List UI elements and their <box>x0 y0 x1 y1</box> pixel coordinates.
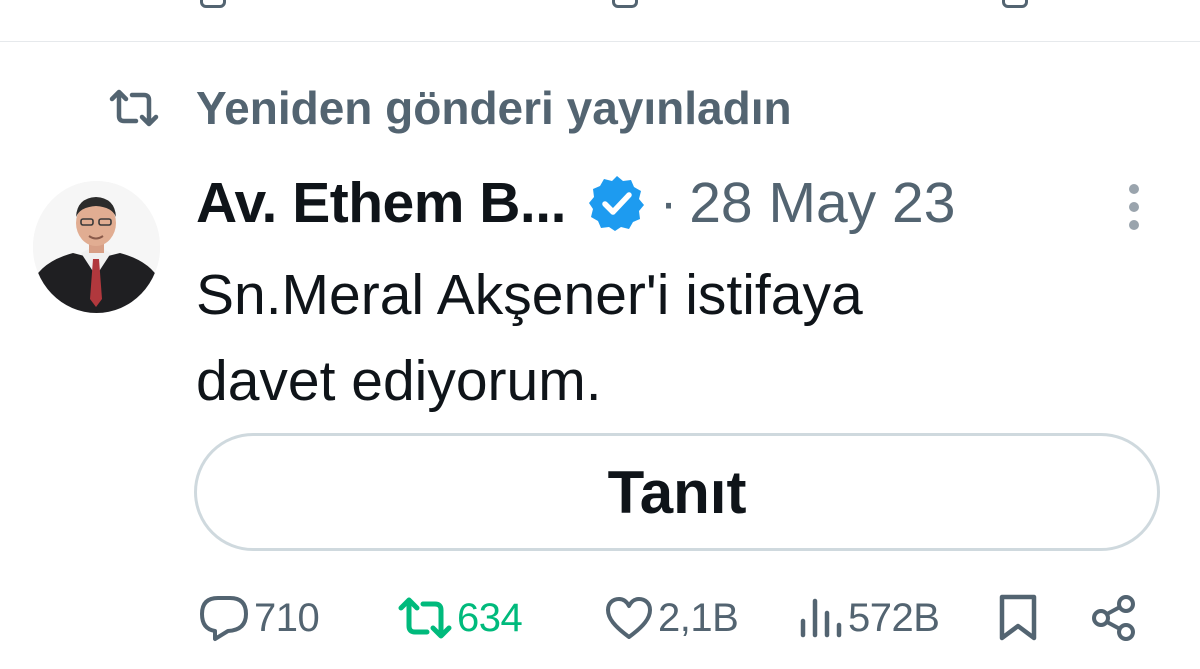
repost-button[interactable]: 634 <box>397 590 523 646</box>
reply-button[interactable]: 710 <box>198 590 320 646</box>
repost-banner: Yeniden gönderi yayınladın <box>108 82 792 134</box>
timestamp[interactable]: 28 May 23 <box>689 170 955 236</box>
repost-count: 634 <box>457 595 523 640</box>
heart-icon <box>606 597 652 639</box>
avatar-image <box>33 181 160 313</box>
share-button[interactable] <box>1090 590 1138 646</box>
reply-count: 710 <box>254 595 320 640</box>
avatar[interactable] <box>33 181 160 313</box>
views-icon <box>800 598 842 638</box>
heart-icon[interactable] <box>612 0 638 8</box>
repost-banner-text: Yeniden gönderi yayınladın <box>196 82 792 134</box>
like-count: 2,1B <box>658 595 739 640</box>
divider <box>0 41 1200 42</box>
repost-icon <box>398 597 452 639</box>
author-name[interactable]: Av. Ethem B... <box>196 170 566 236</box>
reply-icon[interactable] <box>200 0 226 8</box>
translate-button[interactable]: Tanıt <box>194 433 1160 551</box>
share-icon <box>1092 595 1135 641</box>
views-count: 572B <box>848 595 940 640</box>
tweet-text: Sn.Meral Akşener'i istifaya davet ediyor… <box>196 263 863 413</box>
separator-dot: · <box>659 174 678 232</box>
bookmark-icon[interactable] <box>1002 0 1028 8</box>
bookmark-icon <box>999 594 1037 641</box>
tweet-header: Av. Ethem B... · 28 May 23 <box>196 168 955 238</box>
verified-badge-icon <box>588 176 644 231</box>
like-button[interactable]: 2,1B <box>604 590 739 646</box>
more-options-icon[interactable] <box>1122 184 1146 230</box>
repost-icon <box>109 89 159 127</box>
bookmark-button[interactable] <box>996 590 1040 646</box>
views-button[interactable]: 572B <box>798 590 940 646</box>
previous-tweet-actions <box>0 0 1200 12</box>
reply-icon <box>200 596 248 641</box>
